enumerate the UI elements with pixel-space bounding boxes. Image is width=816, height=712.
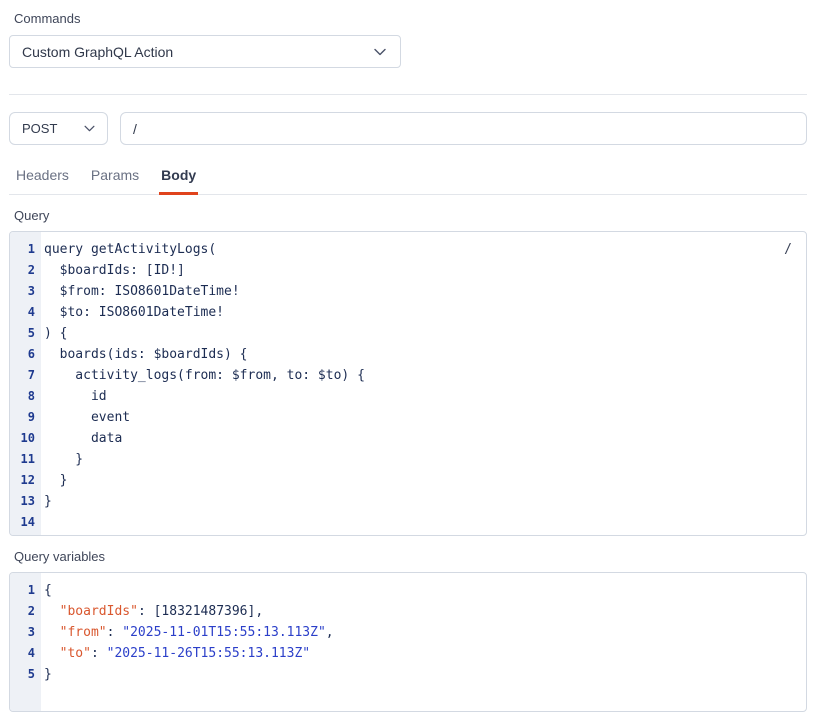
query-variables-editor-gutter: 12345 (10, 573, 41, 711)
line-number: 1 (10, 239, 35, 260)
code-line: { (44, 580, 806, 601)
code-line: } (44, 491, 806, 512)
code-line: $to: ISO8601DateTime! (44, 302, 806, 323)
line-number: 1 (10, 580, 35, 601)
tab-headers[interactable]: Headers (14, 167, 71, 195)
code-line: } (44, 470, 806, 491)
line-number: 5 (10, 323, 35, 344)
code-line: } (44, 449, 806, 470)
method-select-value: POST (22, 121, 57, 136)
code-line: "from": "2025-11-01T15:55:13.113Z", (44, 622, 806, 643)
line-number: 2 (10, 601, 35, 622)
query-editor-gutter: 1234567891011121314 (10, 232, 41, 535)
line-number: 3 (10, 281, 35, 302)
tabs: Headers Params Body (9, 167, 807, 195)
line-number: 3 (10, 622, 35, 643)
query-variables-editor[interactable]: 12345 { "boardIds": [18321487396], "from… (9, 572, 807, 712)
code-line: activity_logs(from: $from, to: $to) { (44, 365, 806, 386)
query-label: Query (14, 208, 807, 224)
commands-select-value: Custom GraphQL Action (22, 44, 173, 60)
code-line: data (44, 428, 806, 449)
line-number: 8 (10, 386, 35, 407)
code-line: ) { (44, 323, 806, 344)
method-select[interactable]: POST (9, 112, 108, 145)
request-row: POST (9, 112, 807, 145)
line-number: 9 (10, 407, 35, 428)
code-line (44, 512, 806, 533)
query-editor-code[interactable]: query getActivityLogs( $boardIds: [ID!] … (41, 232, 806, 535)
code-line: event (44, 407, 806, 428)
commands-select[interactable]: Custom GraphQL Action (9, 35, 401, 68)
code-line: "boardIds": [18321487396], (44, 601, 806, 622)
editor-corner-slash: / (784, 239, 792, 260)
chevron-down-icon (84, 125, 95, 132)
line-number: 2 (10, 260, 35, 281)
line-number: 6 (10, 344, 35, 365)
code-line: $boardIds: [ID!] (44, 260, 806, 281)
line-number: 13 (10, 491, 35, 512)
code-line: id (44, 386, 806, 407)
line-number: 10 (10, 428, 35, 449)
query-variables-editor-code[interactable]: { "boardIds": [18321487396], "from": "20… (41, 573, 806, 711)
tab-body[interactable]: Body (159, 167, 198, 195)
code-line: query getActivityLogs( (44, 239, 806, 260)
page: Commands Custom GraphQL Action POST Head… (0, 0, 816, 712)
code-line: "to": "2025-11-26T15:55:13.113Z" (44, 643, 806, 664)
query-editor[interactable]: 1234567891011121314 query getActivityLog… (9, 231, 807, 536)
line-number: 11 (10, 449, 35, 470)
code-line: } (44, 664, 806, 685)
line-number: 4 (10, 643, 35, 664)
url-input[interactable] (120, 112, 807, 145)
code-line: boards(ids: $boardIds) { (44, 344, 806, 365)
section-divider (9, 94, 807, 95)
chevron-down-icon (374, 48, 386, 56)
line-number: 5 (10, 664, 35, 685)
line-number: 12 (10, 470, 35, 491)
query-variables-label: Query variables (14, 549, 807, 565)
code-line: $from: ISO8601DateTime! (44, 281, 806, 302)
line-number: 4 (10, 302, 35, 323)
commands-label: Commands (14, 11, 807, 27)
line-number: 7 (10, 365, 35, 386)
line-number: 14 (10, 512, 35, 533)
tab-params[interactable]: Params (89, 167, 141, 195)
